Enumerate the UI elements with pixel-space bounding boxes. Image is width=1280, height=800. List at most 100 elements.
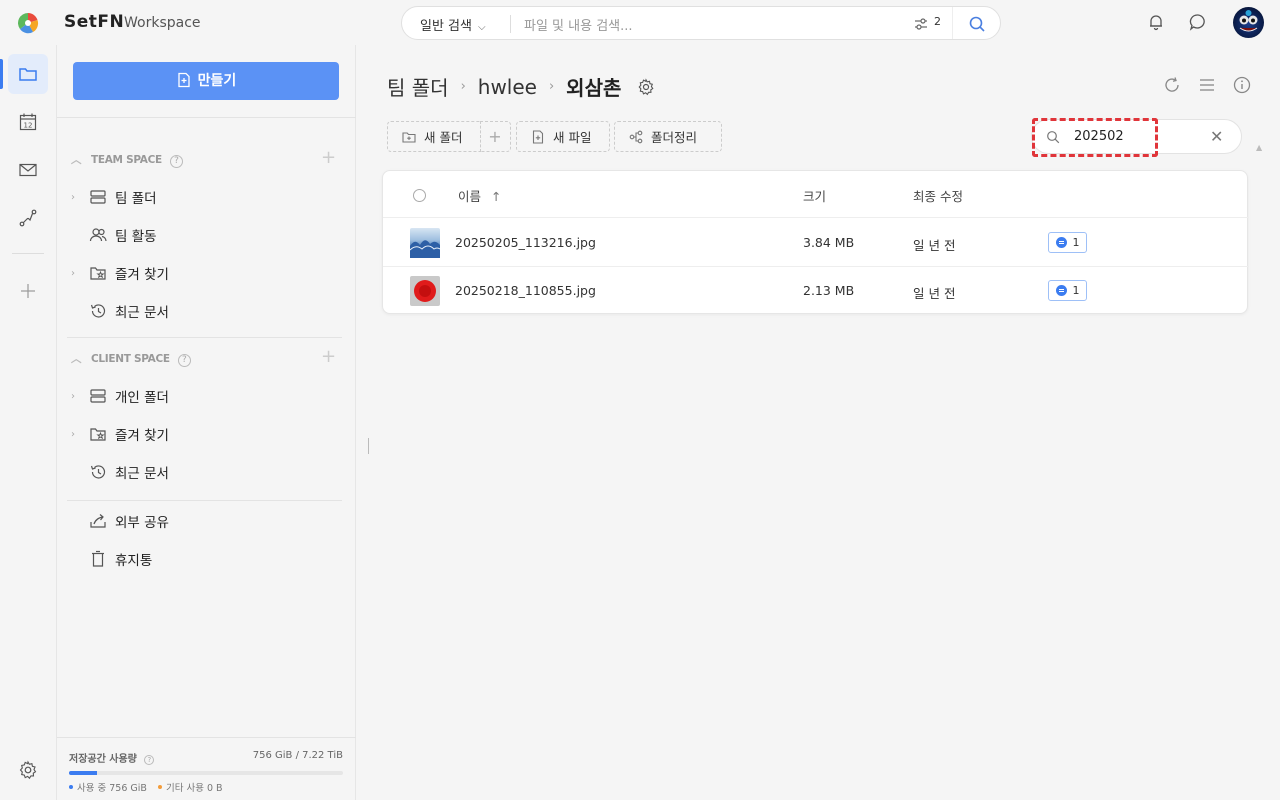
chevron-right-icon[interactable]: ›: [71, 429, 85, 440]
chevron-right-icon[interactable]: ›: [71, 391, 85, 402]
organize-icon: [629, 130, 643, 143]
sidebar-item-team-recent[interactable]: 최근 문서: [85, 299, 169, 323]
user-avatar[interactable]: [1233, 7, 1264, 38]
brand-subtitle: Workspace: [124, 15, 201, 31]
info-icon[interactable]: ?: [144, 755, 155, 765]
search-icon[interactable]: [968, 15, 986, 33]
star-folder-icon: [90, 428, 106, 441]
filter-highlight-box: [1032, 118, 1158, 157]
chevron-up-icon: ︿: [71, 154, 82, 166]
chevron-right-icon[interactable]: ›: [71, 192, 85, 203]
setfn-logo-icon[interactable]: [17, 12, 39, 34]
list-view-icon[interactable]: [1197, 75, 1217, 95]
bell-icon[interactable]: [1147, 13, 1165, 31]
file-size: 3.84 MB: [803, 235, 855, 250]
sidebar-item-client-favorites[interactable]: › 즐겨 찾기: [71, 422, 169, 446]
file-name[interactable]: 20250218_110855.jpg: [455, 283, 596, 298]
team-space-add-button[interactable]: +: [321, 147, 336, 168]
trash-icon: [92, 550, 104, 567]
sidebar-item-label: 개인 폴더: [115, 390, 169, 406]
select-all-checkbox[interactable]: [413, 189, 426, 202]
avatar-face-icon: [1239, 10, 1258, 32]
sidebar-item-team-folder[interactable]: › 팀 폴더: [71, 185, 157, 209]
image-thumbnail: [409, 228, 441, 258]
new-folder-button[interactable]: 새 폴더: [387, 121, 481, 152]
client-space-header[interactable]: ︿ CLIENT SPACE?: [71, 351, 191, 367]
organize-folder-label: 폴더정리: [651, 130, 698, 145]
sidebar-item-team-activity[interactable]: 팀 활동: [85, 223, 157, 247]
history-icon: [90, 304, 106, 318]
chat-icon[interactable]: [1189, 13, 1207, 31]
help-icon[interactable]: ?: [177, 354, 191, 367]
client-space-title: CLIENT SPACE: [91, 353, 170, 365]
info-icon[interactable]: [1232, 75, 1252, 95]
rail-workflow[interactable]: [8, 198, 48, 238]
sidebar-divider: [57, 117, 356, 118]
file-modified: 일 년 전: [913, 238, 956, 253]
storage-used-label: 사용 중 756 GiB: [77, 783, 147, 794]
sidebar-item-external-share[interactable]: 외부 공유: [85, 509, 169, 533]
new-file-icon: [532, 129, 544, 144]
mail-icon: [19, 163, 37, 177]
organize-folder-button[interactable]: 폴더정리: [614, 121, 722, 152]
chevron-right-icon: ›: [548, 79, 555, 94]
comment-count: 1: [1072, 236, 1080, 249]
scroll-up-icon[interactable]: ▲: [1256, 143, 1262, 152]
calendar-icon: 12: [19, 113, 37, 131]
rail-settings[interactable]: [8, 750, 48, 790]
global-search-bar: 일반 검색 ⌵ 파일 및 내용 검색... 2: [401, 6, 1001, 40]
table-row[interactable]: 20250218_110855.jpg 2.13 MB 일 년 전 1: [383, 267, 1249, 315]
client-space-add-button[interactable]: +: [321, 346, 336, 367]
rail-calendar[interactable]: 12: [8, 102, 48, 142]
sidebar-item-client-recent[interactable]: 최근 문서: [85, 460, 169, 484]
breadcrumb-current: 외삼촌: [566, 76, 622, 100]
people-icon: [89, 228, 107, 242]
top-bar: SetFN Workspace 일반 검색 ⌵ 파일 및 내용 검색... 2: [0, 0, 1280, 45]
sidebar-item-label: 즐겨 찾기: [115, 267, 169, 283]
comment-badge[interactable]: 1: [1048, 280, 1087, 301]
comment-icon: [1055, 237, 1067, 248]
breadcrumb-item[interactable]: 팀 폴더: [387, 72, 449, 101]
red-circle-image-icon: [414, 280, 436, 302]
chevron-up-icon: ︿: [71, 353, 82, 365]
sidebar-item-label: 최근 문서: [115, 466, 169, 482]
new-folder-more-button[interactable]: +: [480, 121, 511, 152]
rail-add[interactable]: [8, 271, 48, 311]
new-file-button[interactable]: 새 파일: [516, 121, 610, 152]
folder-settings-icon[interactable]: [637, 77, 655, 96]
sidebar-item-personal-folder[interactable]: › 개인 폴더: [71, 384, 169, 408]
sidebar-item-trash[interactable]: 휴지통: [85, 547, 152, 571]
sidebar-item-label: 즐겨 찾기: [115, 428, 169, 444]
sidebar: 만들기 ︿ TEAM SPACE? + › 팀 폴더 팀 활동 › 즐겨 찾기: [57, 45, 356, 800]
sidebar-item-label: 외부 공유: [115, 515, 169, 531]
gear-icon: [19, 760, 37, 780]
server-icon: [90, 190, 106, 204]
sidebar-divider: [67, 337, 342, 338]
storage-legend: 사용 중 756 GiB 기타 사용 0 B: [69, 780, 223, 794]
comment-badge[interactable]: 1: [1048, 232, 1087, 253]
help-icon[interactable]: ?: [169, 155, 183, 168]
rail-mail[interactable]: [8, 150, 48, 190]
search-input[interactable]: 파일 및 내용 검색...: [524, 15, 633, 34]
team-space-header[interactable]: ︿ TEAM SPACE?: [71, 152, 183, 168]
refresh-icon[interactable]: [1162, 75, 1182, 95]
sidebar-resize-handle[interactable]: [368, 438, 369, 454]
new-file-icon: [178, 72, 190, 88]
table-row[interactable]: 20250205_113216.jpg 3.84 MB 일 년 전 1: [383, 219, 1249, 267]
column-modified-header[interactable]: 최종 수정: [913, 186, 963, 205]
rail-files[interactable]: [8, 54, 48, 94]
sliders-icon[interactable]: [913, 16, 929, 32]
storage-label-text: 저장공간 사용량: [69, 754, 137, 765]
search-type-dropdown[interactable]: 일반 검색 ⌵: [420, 15, 486, 34]
workflow-icon: [19, 209, 37, 227]
create-button-label: 만들기: [197, 73, 237, 89]
clear-icon[interactable]: ✕: [1210, 127, 1223, 146]
sidebar-item-team-favorites[interactable]: › 즐겨 찾기: [71, 261, 169, 285]
column-size-header[interactable]: 크기: [803, 186, 826, 205]
breadcrumb-item[interactable]: hwlee: [478, 75, 537, 99]
chevron-right-icon[interactable]: ›: [71, 268, 85, 279]
column-name-header[interactable]: 이름 ↑: [458, 186, 501, 205]
file-name[interactable]: 20250205_113216.jpg: [455, 235, 596, 250]
create-button[interactable]: 만들기: [73, 62, 339, 100]
new-file-label: 새 파일: [553, 130, 592, 145]
